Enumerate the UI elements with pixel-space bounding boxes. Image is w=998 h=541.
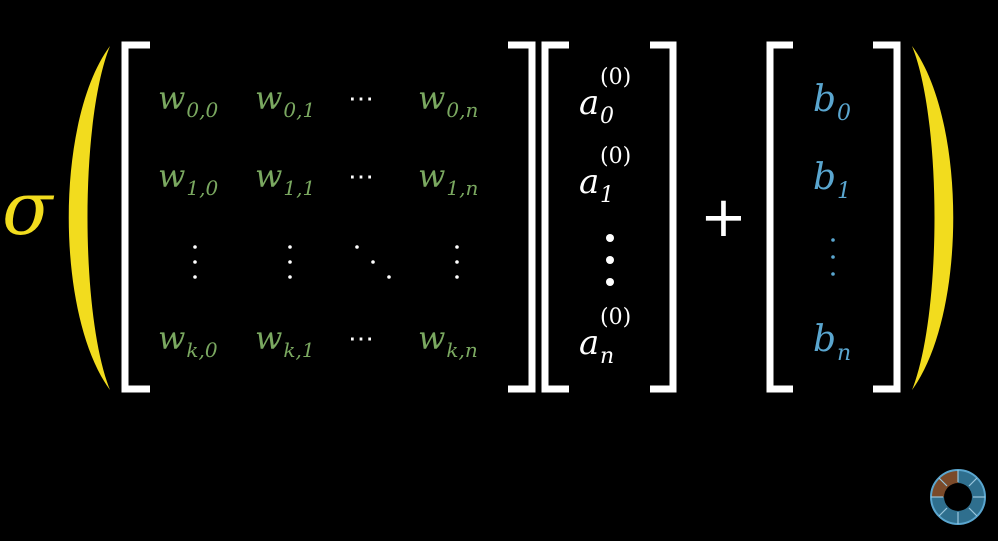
biases-vdots bbox=[831, 238, 835, 276]
weight-entry-w0n: w0,n bbox=[418, 79, 479, 122]
right-paren bbox=[912, 46, 954, 390]
weight-entry-w11: w1,1 bbox=[255, 157, 316, 200]
activations-vdots bbox=[606, 234, 614, 286]
weight-entry-wk0: wk,0 bbox=[158, 319, 218, 362]
plus-sign: + bbox=[700, 185, 747, 250]
weights-vdots bbox=[193, 245, 459, 279]
activation-entry-a0: a (0) 0 bbox=[579, 65, 632, 129]
activation-entry-a1: a (0) 1 bbox=[579, 144, 632, 208]
weight-entry-w10: w1,0 bbox=[158, 157, 219, 200]
bias-entry-bn: bn bbox=[813, 319, 852, 366]
weights-hdots-rowk: ⋯ bbox=[348, 324, 379, 354]
activations-right-bracket bbox=[650, 41, 677, 393]
weights-hdots-row1: ⋯ bbox=[348, 162, 379, 192]
bias-entry-b1: b1 bbox=[813, 157, 852, 204]
weights-hdots-row0: ⋯ bbox=[348, 84, 379, 114]
weight-entry-wkn: wk,n bbox=[418, 319, 478, 362]
bias-entry-b0: b0 bbox=[813, 79, 852, 126]
weight-entry-w01: w0,1 bbox=[255, 79, 316, 122]
weight-entry-wk1: wk,1 bbox=[255, 319, 315, 362]
weight-entry-w1n: w1,n bbox=[418, 157, 479, 200]
weights-right-bracket bbox=[508, 41, 536, 393]
weight-entry-w00: w0,0 bbox=[158, 79, 219, 122]
biases-right-bracket bbox=[873, 41, 901, 393]
3b1b-pi-eye-icon bbox=[930, 469, 986, 525]
sigma-symbol: σ bbox=[2, 166, 53, 252]
biases-left-bracket bbox=[766, 41, 793, 393]
weights-ddots bbox=[355, 245, 391, 279]
formula-canvas: σ w0,0 w0,1 ⋯ w0,n w1,0 w1,1 ⋯ w1,n wk,0… bbox=[0, 0, 998, 541]
weights-left-bracket bbox=[121, 41, 150, 393]
activations-left-bracket bbox=[541, 41, 569, 393]
left-paren bbox=[68, 46, 110, 390]
activation-entry-an: a (0) n bbox=[579, 305, 632, 369]
